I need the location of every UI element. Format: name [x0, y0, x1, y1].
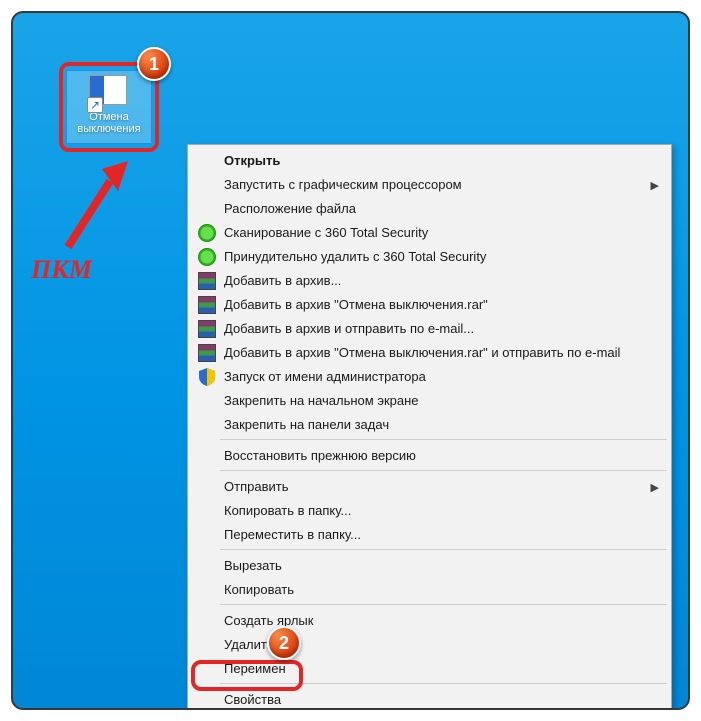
menu-item[interactable]: Запустить с графическим процессором ▶: [190, 172, 669, 196]
menu-item-label: Закрепить на панели задач: [224, 417, 389, 432]
shortcut-arrow-badge: ↗: [87, 97, 103, 113]
menu-item[interactable]: Копировать: [190, 577, 669, 601]
menu-item[interactable]: Свойства: [190, 687, 669, 710]
chevron-right-icon: ▶: [651, 179, 659, 192]
menu-item[interactable]: Расположение файла: [190, 196, 669, 220]
menu-item-label: Копировать: [224, 582, 294, 597]
menu-separator: [220, 549, 667, 550]
menu-separator: [220, 683, 667, 684]
step-badge-2: 2: [267, 626, 301, 660]
menu-item-label: Сканирование с 360 Total Security: [224, 225, 428, 240]
menu-item[interactable]: Удалить: [190, 632, 669, 656]
menu-item-label: Переимен: [224, 661, 286, 676]
menu-item-label: Добавить в архив...: [224, 273, 341, 288]
menu-item[interactable]: Добавить в архив "Отмена выключения.rar": [190, 292, 669, 316]
menu-item-label: Принудительно удалить с 360 Total Securi…: [224, 249, 486, 264]
menu-separator: [220, 439, 667, 440]
menu-item[interactable]: Переимен: [190, 656, 669, 680]
archive-icon: [198, 272, 216, 290]
menu-item-label: Восстановить прежнюю версию: [224, 448, 416, 463]
menu-item-label: Добавить в архив "Отмена выключения.rar": [224, 297, 488, 312]
menu-item[interactable]: Восстановить прежнюю версию: [190, 443, 669, 467]
menu-item-label: Добавить в архив "Отмена выключения.rar"…: [224, 345, 620, 360]
menu-separator: [220, 604, 667, 605]
menu-item-label: Свойства: [224, 692, 281, 707]
menu-item[interactable]: Добавить в архив и отправить по e-mail..…: [190, 316, 669, 340]
security-icon: [198, 224, 216, 242]
menu-item-label: Вырезать: [224, 558, 282, 573]
annotation-arrow-icon: [58, 161, 128, 257]
menu-item-label: Отправить: [224, 479, 288, 494]
menu-item-label: Запустить с графическим процессором: [224, 177, 462, 192]
menu-item[interactable]: Сканирование с 360 Total Security: [190, 220, 669, 244]
step-badge-1: 1: [137, 47, 171, 81]
menu-item[interactable]: Добавить в архив "Отмена выключения.rar"…: [190, 340, 669, 364]
menu-item-label: Копировать в папку...: [224, 503, 351, 518]
menu-item-label: Запуск от имени администратора: [224, 369, 426, 384]
archive-icon: [198, 296, 216, 314]
desktop-shortcut[interactable]: ↗ Отмена выключения: [66, 70, 152, 144]
chevron-right-icon: ▶: [651, 481, 659, 494]
shield-icon: [198, 368, 216, 386]
menu-item[interactable]: Переместить в папку...: [190, 522, 669, 546]
security-icon: [198, 248, 216, 266]
menu-item[interactable]: Создать ярлык: [190, 608, 669, 632]
menu-item-label: Закрепить на начальном экране: [224, 393, 419, 408]
pkm-annotation: ПКМ: [31, 255, 92, 285]
archive-icon: [198, 344, 216, 362]
menu-item-label: Расположение файла: [224, 201, 356, 216]
menu-item[interactable]: Копировать в папку...: [190, 498, 669, 522]
desktop-area: ↗ Отмена выключения 1 ПКМ Открыть Запусти…: [11, 11, 690, 710]
menu-item-label: Переместить в папку...: [224, 527, 361, 542]
menu-item[interactable]: Добавить в архив...: [190, 268, 669, 292]
shortcut-label: Отмена выключения: [67, 111, 151, 135]
menu-item-label: Добавить в архив и отправить по e-mail..…: [224, 321, 474, 336]
archive-icon: [198, 320, 216, 338]
menu-item[interactable]: Закрепить на начальном экране: [190, 388, 669, 412]
menu-separator: [220, 470, 667, 471]
context-menu: Открыть Запустить с графическим процессор…: [187, 144, 672, 710]
menu-item-label: Создать ярлык: [224, 613, 313, 628]
menu-item[interactable]: Запуск от имени администратора: [190, 364, 669, 388]
shortcut-icon: ↗: [89, 75, 129, 109]
menu-item[interactable]: Открыть: [190, 148, 669, 172]
menu-item[interactable]: Закрепить на панели задач: [190, 412, 669, 436]
menu-item[interactable]: Принудительно удалить с 360 Total Securi…: [190, 244, 669, 268]
menu-item-label: Открыть: [224, 153, 280, 168]
menu-item[interactable]: Вырезать: [190, 553, 669, 577]
menu-item[interactable]: Отправить ▶: [190, 474, 669, 498]
